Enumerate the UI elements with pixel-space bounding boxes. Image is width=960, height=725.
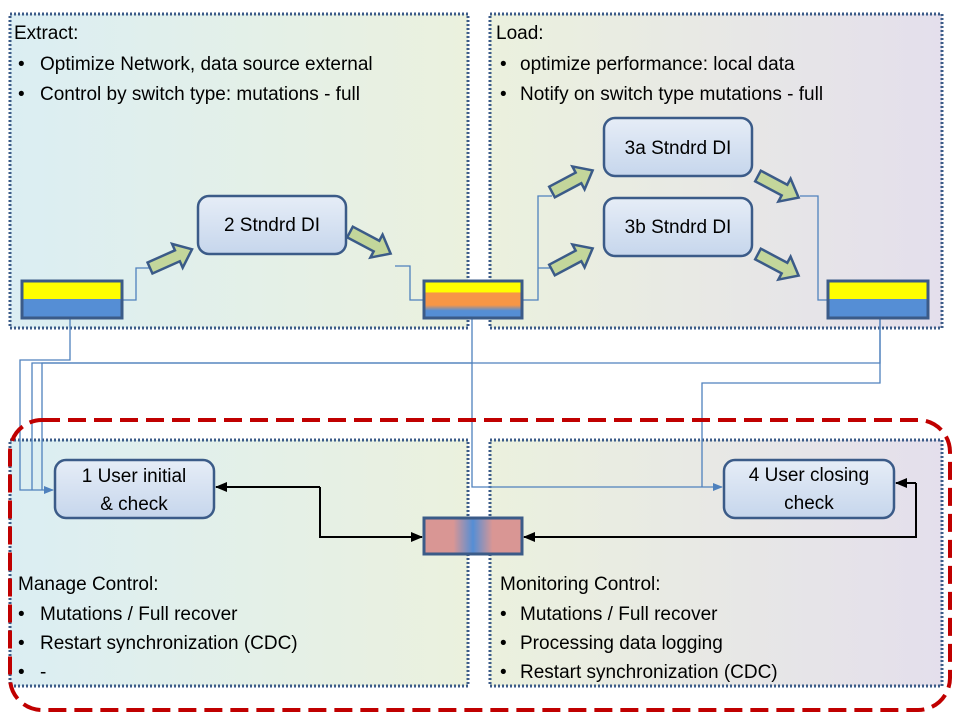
bullet: • <box>18 84 25 105</box>
node-1-user-initial-check[interactable]: 1 User initial & check <box>53 458 216 520</box>
node-label: 3a Stndrd DI <box>625 138 732 159</box>
diagram: 2 Stndrd DI 3a Stndrd DI 3b Stndrd DI 1 … <box>8 12 952 712</box>
bullet: • <box>18 54 25 75</box>
bullet-text: Mutations / Full recover <box>520 604 718 625</box>
bullet-text: - <box>40 662 46 683</box>
bullet-text: Restart synchronization (CDC) <box>520 662 778 683</box>
bullet-text: Mutations / Full recover <box>40 604 238 625</box>
control-store <box>422 516 524 556</box>
bullet-text: Restart synchronization (CDC) <box>40 633 298 654</box>
bullet: • <box>500 604 507 625</box>
node-label: 3b Stndrd DI <box>625 217 732 238</box>
bullet: • <box>500 633 507 654</box>
panel-title: Monitoring Control: <box>500 574 661 595</box>
bullet-text: Optimize Network, data source external <box>40 54 373 75</box>
bullet: • <box>500 84 507 105</box>
panel-title: Extract: <box>14 23 78 44</box>
bullet: • <box>18 662 25 683</box>
panel-title: Load: <box>496 23 544 44</box>
node-3b-standard-di[interactable]: 3b Stndrd DI <box>602 196 754 258</box>
node-label: 1 User initial <box>82 466 187 487</box>
panel-title: Manage Control: <box>18 574 158 595</box>
bullet-text: optimize performance: local data <box>520 54 795 75</box>
node-label: & check <box>100 494 168 515</box>
bullet: • <box>18 633 25 654</box>
node-label: check <box>784 493 834 514</box>
data-store-target <box>826 279 930 320</box>
node-4-user-closing-check[interactable]: 4 User closing check <box>722 458 896 520</box>
node-2-standard-di[interactable]: 2 Stndrd DI <box>196 194 348 256</box>
bullet: • <box>500 54 507 75</box>
bullet-text: Control by switch type: mutations - full <box>40 84 360 105</box>
bullet: • <box>500 662 507 683</box>
node-label: 4 User closing <box>749 465 869 486</box>
node-3a-standard-di[interactable]: 3a Stndrd DI <box>602 116 754 178</box>
bullet: • <box>18 604 25 625</box>
bullet-text: Notify on switch type mutations - full <box>520 84 823 105</box>
node-label: 2 Stndrd DI <box>224 215 320 236</box>
bullet-text: Processing data logging <box>520 633 723 654</box>
data-store-source <box>20 279 124 320</box>
data-store-staging <box>422 279 524 320</box>
